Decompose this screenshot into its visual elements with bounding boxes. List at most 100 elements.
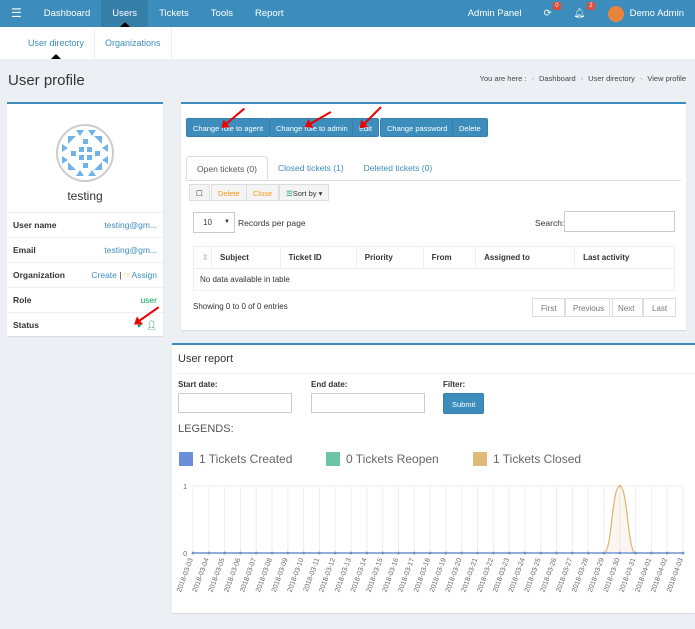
- legend-reopen: 0 Tickets Reopen: [326, 452, 439, 466]
- user-icon: 👤︎: [146, 319, 157, 330]
- data-point: [681, 551, 685, 555]
- user-report-panel: User report Start date: End date: Filter…: [172, 343, 695, 613]
- breadcrumb-dashboard[interactable]: Dashboard: [539, 74, 576, 83]
- ticket-tabs: Open tickets (0) Closed tickets (1) Dele…: [186, 156, 681, 181]
- sort-label: Sort by: [292, 189, 317, 198]
- legend-swatch: [326, 452, 340, 466]
- start-date-label: Start date:: [178, 380, 218, 389]
- data-point: [318, 551, 321, 555]
- legend-swatch: [473, 452, 487, 466]
- data-point: [223, 551, 226, 555]
- legend-swatch: [179, 452, 193, 466]
- column-subject[interactable]: Subject: [211, 246, 281, 269]
- start-date-input[interactable]: [178, 393, 292, 413]
- subnav-user-directory[interactable]: User directory: [18, 27, 96, 59]
- legend-label: 0 Tickets Reopen: [346, 452, 439, 466]
- search-label: Search:: [535, 218, 565, 228]
- y-tick-label: 0: [183, 551, 187, 558]
- data-point: [381, 551, 384, 555]
- label: Status: [13, 320, 39, 330]
- data-point: [523, 551, 527, 555]
- refresh-badge: 0: [553, 2, 561, 10]
- tickets-chart: 2018-03-032018-03-042018-03-052018-03-06…: [176, 484, 685, 593]
- tickets-table: ⇕ Subject Ticket ID Priority From Assign…: [193, 246, 675, 291]
- email-value[interactable]: testing@gm...: [104, 245, 157, 255]
- legend-label: 1 Tickets Created: [199, 452, 293, 466]
- breadcrumb-current: View profile: [647, 74, 686, 83]
- page-first[interactable]: First: [532, 298, 566, 317]
- row-email: Email testing@gm...: [7, 237, 163, 262]
- breadcrumb: You are here : › Dashboard › User directory ›…: [479, 74, 686, 83]
- filter-label: Filter:: [443, 380, 466, 389]
- column-ticket-id[interactable]: Ticket ID: [279, 246, 357, 269]
- data-point: [650, 551, 653, 555]
- showing-entries: Showing 0 to 0 of 0 entries: [193, 302, 288, 311]
- end-date-input[interactable]: [311, 393, 425, 413]
- page-title: User profile: [8, 72, 85, 89]
- data-point: [539, 551, 543, 555]
- y-tick-label: 1: [183, 484, 187, 491]
- data-point: [254, 551, 258, 555]
- data-point: [602, 551, 606, 555]
- end-date-label: End date:: [311, 380, 348, 389]
- submit-button[interactable]: Submit: [443, 393, 485, 414]
- close-tickets-button[interactable]: Close: [246, 184, 280, 201]
- column-priority[interactable]: Priority: [355, 246, 424, 269]
- row-organization: Organization Create | ☞Assign: [7, 262, 163, 287]
- sort-by-dropdown[interactable]: ☰Sort by ▾: [279, 184, 330, 201]
- nav-dashboard[interactable]: Dashboard: [33, 0, 101, 27]
- delete-tickets-button[interactable]: Delete: [211, 184, 247, 201]
- top-navbar: ☰ Dashboard Users Tickets Tools Report A…: [0, 0, 695, 27]
- tab-closed-tickets[interactable]: Closed tickets (1): [268, 156, 354, 180]
- delete-user-button[interactable]: Delete: [452, 118, 488, 137]
- data-point: [302, 551, 305, 555]
- admin-panel-link[interactable]: Admin Panel: [457, 0, 533, 27]
- page-previous[interactable]: Previous: [564, 298, 614, 317]
- label: Organization: [13, 270, 65, 280]
- create-org-link[interactable]: Create: [91, 270, 117, 280]
- nav-users[interactable]: Users: [101, 0, 149, 27]
- user-name: Demo Admin: [629, 8, 684, 19]
- user-avatar: [56, 124, 114, 182]
- assign-org-link[interactable]: Assign: [131, 270, 157, 280]
- data-point: [665, 551, 669, 555]
- column-from[interactable]: From: [422, 246, 477, 269]
- subnav-organizations[interactable]: Organizations: [95, 27, 172, 59]
- legends-title: LEGENDS:: [178, 423, 234, 435]
- data-point: [618, 551, 622, 555]
- data-point: [460, 551, 464, 555]
- tickets-panel: Change role to agent Change role to admi…: [181, 102, 686, 330]
- data-point: [555, 551, 558, 555]
- data-point: [492, 551, 495, 555]
- report-title: User report: [178, 353, 695, 374]
- change-password-button[interactable]: Change password: [380, 118, 455, 137]
- page-last[interactable]: Last: [643, 298, 677, 317]
- data-point: [365, 551, 369, 555]
- column-last-activity[interactable]: Last activity: [574, 246, 675, 269]
- data-point: [270, 551, 274, 555]
- label: Email: [13, 245, 36, 255]
- page-next[interactable]: Next: [609, 298, 644, 317]
- refresh-icon[interactable]: ⟳ 0: [533, 0, 563, 27]
- search-input[interactable]: [564, 211, 675, 232]
- menu-icon[interactable]: ☰: [0, 0, 33, 27]
- nav-report[interactable]: Report: [244, 0, 295, 27]
- column-assigned-to[interactable]: Assigned to: [475, 246, 576, 269]
- records-value: 10: [203, 218, 212, 227]
- label: Role: [13, 295, 32, 305]
- tab-deleted-tickets[interactable]: Deleted tickets (0): [354, 156, 443, 180]
- records-per-page-select[interactable]: 10 ▼: [193, 212, 235, 233]
- breadcrumb-user-directory[interactable]: User directory: [588, 74, 635, 83]
- legend-created: 1 Tickets Created: [179, 452, 292, 466]
- row-role: Role user: [7, 287, 163, 312]
- data-point: [397, 551, 400, 555]
- nav-tools[interactable]: Tools: [200, 0, 244, 27]
- nav-tickets[interactable]: Tickets: [148, 0, 200, 27]
- user-menu[interactable]: Demo Admin: [597, 0, 695, 27]
- select-all-checkbox[interactable]: ☐: [189, 184, 210, 201]
- username-value[interactable]: testing@gm...: [104, 220, 157, 230]
- bell-icon[interactable]: 🔔︎ 2: [563, 0, 597, 27]
- tab-open-tickets[interactable]: Open tickets (0): [186, 156, 268, 180]
- profile-name: testing: [67, 189, 103, 203]
- x-tick-label: 2018-04-03: [666, 557, 685, 593]
